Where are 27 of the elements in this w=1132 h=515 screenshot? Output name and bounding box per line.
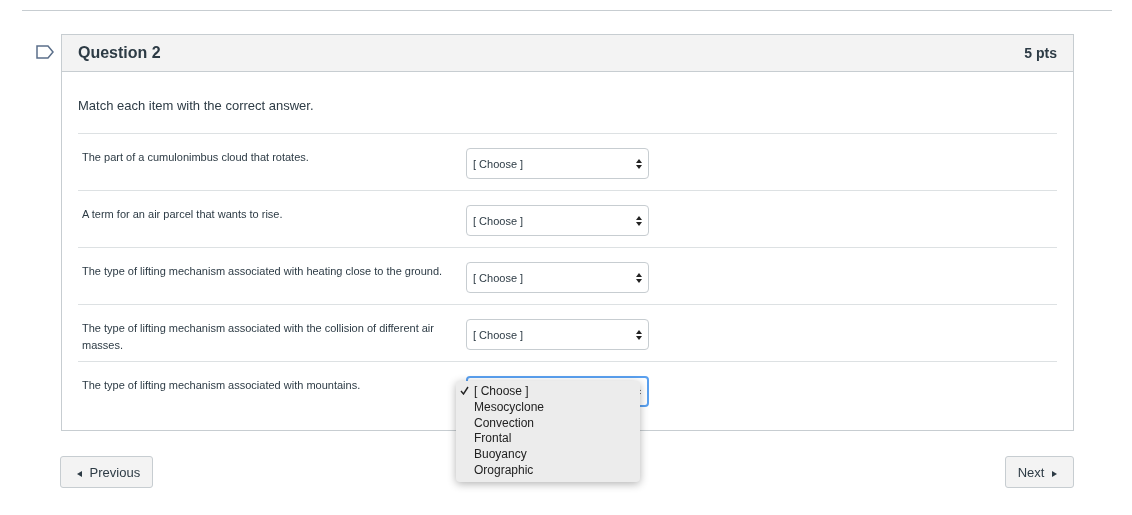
match-prompt: A term for an air parcel that wants to rise. xyxy=(82,207,284,222)
bookmark-icon[interactable] xyxy=(36,45,54,59)
dropdown-option[interactable]: [ Choose ] xyxy=(456,384,640,400)
match-prompt: The type of lifting mechanism associated with the collision of different air masses. xyxy=(82,321,435,353)
sort-arrows-icon xyxy=(636,215,642,226)
sort-arrows-icon xyxy=(636,329,642,340)
points-label: 5 pts xyxy=(1024,45,1057,61)
answer-dropdown[interactable]: [ Choose ] xyxy=(466,148,649,179)
dropdown-option[interactable]: Buoyancy xyxy=(456,447,640,463)
match-prompt: The type of lifting mechanism associated with heating close to the ground. xyxy=(82,264,444,279)
answer-dropdown[interactable]: [ Choose ] xyxy=(466,205,649,236)
right-triangle-icon xyxy=(1052,470,1057,477)
answer-dropdown[interactable]: [ Choose ] xyxy=(466,262,649,293)
left-triangle-icon xyxy=(77,470,82,477)
question-title: Question 2 xyxy=(78,44,161,62)
previous-button[interactable]: Previous xyxy=(60,456,154,488)
dropdown-option[interactable]: Frontal xyxy=(456,431,640,448)
sort-arrows-icon xyxy=(636,272,642,283)
next-button[interactable]: Next xyxy=(1004,456,1074,488)
dropdown-option[interactable]: Mesocyclone xyxy=(456,399,640,416)
sort-arrows-icon xyxy=(636,158,642,169)
dropdown-option[interactable]: Orographic xyxy=(456,463,640,479)
dropdown-option[interactable]: Convection xyxy=(456,415,640,432)
match-prompt: The type of lifting mechanism associated with mountains. xyxy=(82,378,362,393)
answer-dropdown[interactable]: [ Choose ] xyxy=(466,319,649,350)
match-prompt: The part of a cumulonimbus cloud that rotates. xyxy=(82,150,310,165)
instruction-text: Match each item with the correct answer. xyxy=(78,98,315,113)
